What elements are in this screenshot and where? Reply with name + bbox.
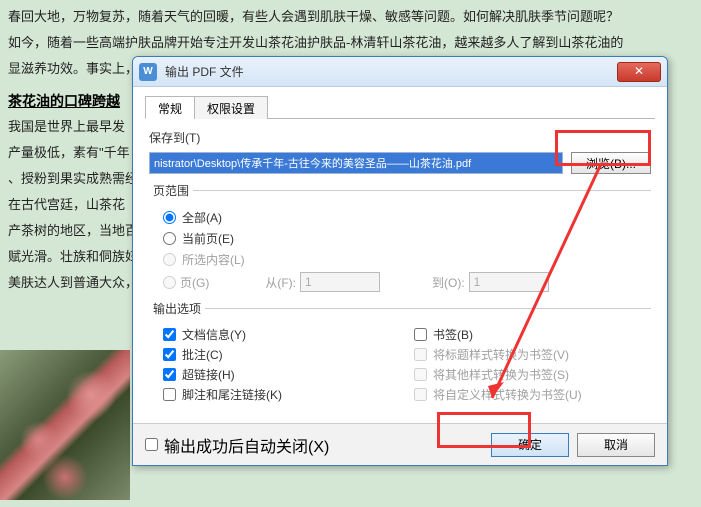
radio-current-label: 当前页(E) <box>182 230 234 247</box>
chk-hyperlinks-label: 超链接(H) <box>182 366 235 383</box>
chk-comments-label: 批注(C) <box>182 346 223 363</box>
chk-custom-bm-label: 将自定义样式转换为书签(U) <box>433 386 582 403</box>
chk-heading-bm <box>414 348 427 361</box>
ok-button[interactable]: 确定 <box>491 433 569 457</box>
save-to-label: 保存到(T) <box>149 129 217 146</box>
chk-autoclose-label: 输出成功后自动关闭(X) <box>164 433 329 457</box>
chk-custom-bm <box>414 388 427 401</box>
export-pdf-dialog: W 输出 PDF 文件 ✕ 常规 权限设置 保存到(T) 浏览(B)... 页范… <box>132 56 668 466</box>
bg-line: 春回大地，万物复苏，随着天气的回暖，有些人会遇到肌肤干燥、敏感等问题。如何解决肌… <box>8 4 693 30</box>
save-path-input[interactable] <box>149 152 563 174</box>
titlebar[interactable]: W 输出 PDF 文件 ✕ <box>133 57 667 87</box>
dialog-title: 输出 PDF 文件 <box>165 63 244 80</box>
radio-all-label: 全部(A) <box>182 209 222 226</box>
radio-current[interactable] <box>163 232 176 245</box>
app-icon: W <box>139 63 157 81</box>
dialog-footer: 输出成功后自动关闭(X) 确定 取消 <box>133 423 667 465</box>
background-image <box>0 350 130 500</box>
chk-docinfo-label: 文档信息(Y) <box>182 326 246 343</box>
bg-line: 如今，随着一些高端护肤品牌开始专注开发山茶花油护肤品-林清轩山茶花油，越来越多人… <box>8 30 693 56</box>
from-label: 从(F): <box>265 274 296 291</box>
radio-selection-label: 所选内容(L) <box>182 251 245 268</box>
chk-autoclose[interactable] <box>145 438 158 451</box>
cancel-button[interactable]: 取消 <box>577 433 655 457</box>
to-input <box>469 272 549 292</box>
radio-pages <box>163 276 176 289</box>
chk-other-bm-label: 将其他样式转换为书签(S) <box>433 366 569 383</box>
tab-permissions[interactable]: 权限设置 <box>194 96 268 119</box>
chk-bookmarks-label: 书签(B) <box>433 326 473 343</box>
chk-hyperlinks[interactable] <box>163 368 176 381</box>
chk-footnotes[interactable] <box>163 388 176 401</box>
browse-button[interactable]: 浏览(B)... <box>571 152 651 174</box>
radio-all[interactable] <box>163 211 176 224</box>
chk-bookmarks[interactable] <box>414 328 427 341</box>
chk-footnotes-label: 脚注和尾注链接(K) <box>182 386 282 403</box>
chk-comments[interactable] <box>163 348 176 361</box>
to-label: 到(O): <box>432 274 465 291</box>
page-range-title: 页范围 <box>149 182 193 199</box>
tab-general[interactable]: 常规 <box>145 96 195 119</box>
page-range-group: 页范围 全部(A) 当前页(E) 所选内容(L) 页(G) 从(F): 到(O)… <box>149 182 651 292</box>
chk-other-bm <box>414 368 427 381</box>
output-options-group: 输出选项 文档信息(Y) 批注(C) 超链接(H) 脚注和尾注链接(K) 书签(… <box>149 300 651 406</box>
output-options-title: 输出选项 <box>149 300 205 317</box>
radio-selection <box>163 253 176 266</box>
radio-pages-label: 页(G) <box>180 274 209 291</box>
chk-docinfo[interactable] <box>163 328 176 341</box>
chk-heading-bm-label: 将标题样式转换为书签(V) <box>433 346 569 363</box>
tabs: 常规 权限设置 <box>145 95 655 119</box>
close-button[interactable]: ✕ <box>617 62 661 82</box>
from-input <box>300 272 380 292</box>
